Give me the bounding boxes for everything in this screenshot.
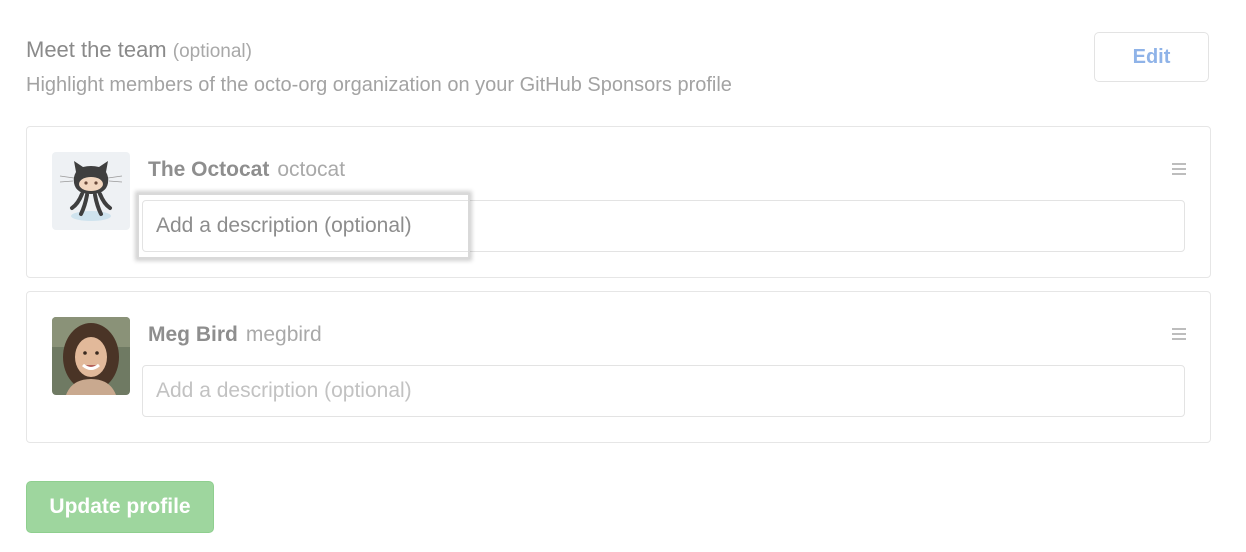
member-card-octocat: The Octocat octocat: [26, 126, 1211, 278]
description-input[interactable]: [142, 365, 1185, 417]
octocat-avatar: [52, 152, 130, 230]
octocat-icon: [52, 152, 130, 230]
update-profile-button[interactable]: Update profile: [26, 481, 214, 533]
member-login: octocat: [277, 158, 346, 181]
member-name: Meg Bird megbird: [148, 320, 322, 350]
drag-handle-icon[interactable]: [1172, 163, 1186, 175]
person-photo-icon: [52, 317, 130, 395]
member-display-name: The Octocat: [148, 158, 270, 181]
member-login: megbird: [245, 323, 322, 346]
description-input[interactable]: [142, 200, 1185, 252]
section-header: Meet the team (optional) Highlight membe…: [26, 34, 732, 102]
member-display-name: Meg Bird: [148, 323, 238, 346]
member-name: The Octocat octocat: [148, 155, 345, 185]
user-photo-avatar: [52, 317, 130, 395]
edit-button[interactable]: Edit: [1094, 32, 1209, 82]
section-subtitle: Highlight members of the octo-org organi…: [26, 74, 732, 96]
member-card-megbird: Meg Bird megbird: [26, 291, 1211, 443]
section-title-optional: (optional): [172, 41, 252, 62]
section-title-text: Meet the team: [26, 37, 167, 62]
section-title: Meet the team (optional): [26, 34, 732, 68]
drag-handle-icon[interactable]: [1172, 328, 1186, 340]
